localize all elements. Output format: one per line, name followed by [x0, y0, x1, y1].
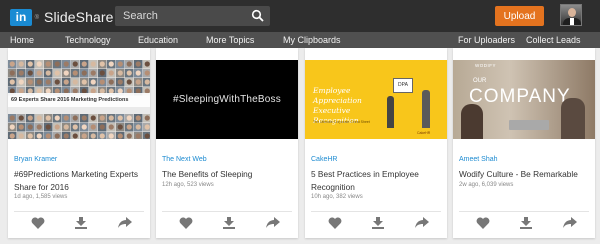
presentation-thumbnail[interactable]: 69 Experts Share 2016 Marketing Predicti…	[8, 60, 150, 139]
nav-item-education[interactable]: Education	[138, 32, 178, 48]
thumb-logo: CakeHR	[417, 131, 431, 135]
thumb-kicker: OUR	[473, 78, 487, 84]
card-actions	[162, 211, 292, 233]
share-icon[interactable]	[266, 217, 280, 229]
upload-button[interactable]: Upload	[495, 6, 544, 26]
presentation-card[interactable]: Employee Appreciation Executive Recognit…	[305, 48, 447, 238]
presentation-card[interactable]: #SleepingWithTheBoss The Next Web The Be…	[156, 48, 298, 238]
nav-item-home[interactable]: Home	[10, 32, 34, 48]
thumb-title: 69 Experts Share 2016 Marketing Predicti…	[11, 97, 129, 103]
author-link[interactable]: CakeHR	[311, 156, 337, 163]
share-icon[interactable]	[415, 217, 429, 229]
app-name: SlideShare	[44, 9, 114, 25]
download-icon[interactable]	[519, 217, 533, 229]
presentation-title[interactable]: #69Predictions Marketing Experts Share f…	[14, 168, 146, 194]
presentation-thumbnail[interactable]: Employee Appreciation Executive Recognit…	[305, 60, 447, 139]
card-actions	[459, 211, 589, 233]
presentation-meta: 2w ago, 6,039 views	[459, 182, 514, 188]
presentation-card[interactable]: 69 Experts Share 2016 Marketing Predicti…	[8, 48, 150, 238]
person-figure	[561, 98, 585, 139]
presentation-title[interactable]: Wodify Culture - Be Remarkable	[459, 168, 591, 181]
logo-mark: in	[15, 9, 27, 24]
author-link[interactable]: Ameet Shah	[459, 156, 498, 163]
laptop	[509, 120, 549, 130]
search-input[interactable]	[115, 6, 250, 26]
nav-item-collect-leads[interactable]: Collect Leads	[526, 32, 581, 48]
presentation-title[interactable]: 5 Best Practices in Employee Recognition	[311, 168, 443, 194]
download-icon[interactable]	[222, 217, 236, 229]
nav-item-my-clipboards[interactable]: My Clipboards	[283, 32, 341, 48]
slideshare-logo[interactable]: in ® SlideShare	[10, 8, 114, 26]
share-icon[interactable]	[118, 217, 132, 229]
search-box	[115, 6, 270, 26]
nav-item-technology[interactable]: Technology	[65, 32, 111, 48]
person-figure	[422, 90, 430, 128]
top-bar: in® SlideShare Upload	[0, 0, 600, 32]
thumb-title: #SleepingWithTheBoss	[173, 94, 281, 105]
person-figure	[387, 96, 394, 128]
thumb-subtitle: The Ultimate Corporate Cheat Sheet	[313, 120, 370, 124]
share-icon[interactable]	[563, 217, 577, 229]
heart-icon[interactable]	[476, 217, 490, 229]
presentation-thumbnail[interactable]: #SleepingWithTheBoss	[156, 60, 298, 139]
thumb-brand: WODIFY	[475, 63, 496, 68]
search-icon[interactable]	[251, 9, 265, 23]
heart-icon[interactable]	[179, 217, 193, 229]
heart-icon[interactable]	[31, 217, 45, 229]
author-link[interactable]: The Next Web	[162, 156, 207, 163]
presentation-meta: 10h ago, 382 views	[311, 194, 363, 200]
download-icon[interactable]	[74, 217, 88, 229]
download-icon[interactable]	[371, 217, 385, 229]
person-figure	[461, 104, 483, 139]
author-link[interactable]: Bryan Kramer	[14, 156, 57, 163]
nav-item-more-topics[interactable]: More Topics	[206, 32, 254, 48]
category-nav: Home Technology Education More Topics My…	[0, 32, 600, 48]
card-actions	[311, 211, 441, 233]
linkedin-logo-icon: in ®	[10, 8, 39, 26]
presentation-meta: 12h ago, 523 views	[162, 182, 214, 188]
presentation-thumbnail[interactable]: WODIFY OUR COMPANY	[453, 60, 595, 139]
thumb-board: DPA	[393, 78, 413, 93]
nav-item-for-uploaders[interactable]: For Uploaders	[458, 32, 515, 48]
card-actions	[14, 211, 144, 233]
thumb-title: COMPANY	[469, 86, 571, 107]
presentation-card[interactable]: WODIFY OUR COMPANY Ameet Shah Wodify Cul…	[453, 48, 595, 238]
presentation-meta: 1d ago, 1,585 views	[14, 194, 68, 200]
heart-icon[interactable]	[328, 217, 342, 229]
presentation-title[interactable]: The Benefits of Sleeping	[162, 168, 294, 181]
avatar[interactable]	[560, 4, 582, 26]
